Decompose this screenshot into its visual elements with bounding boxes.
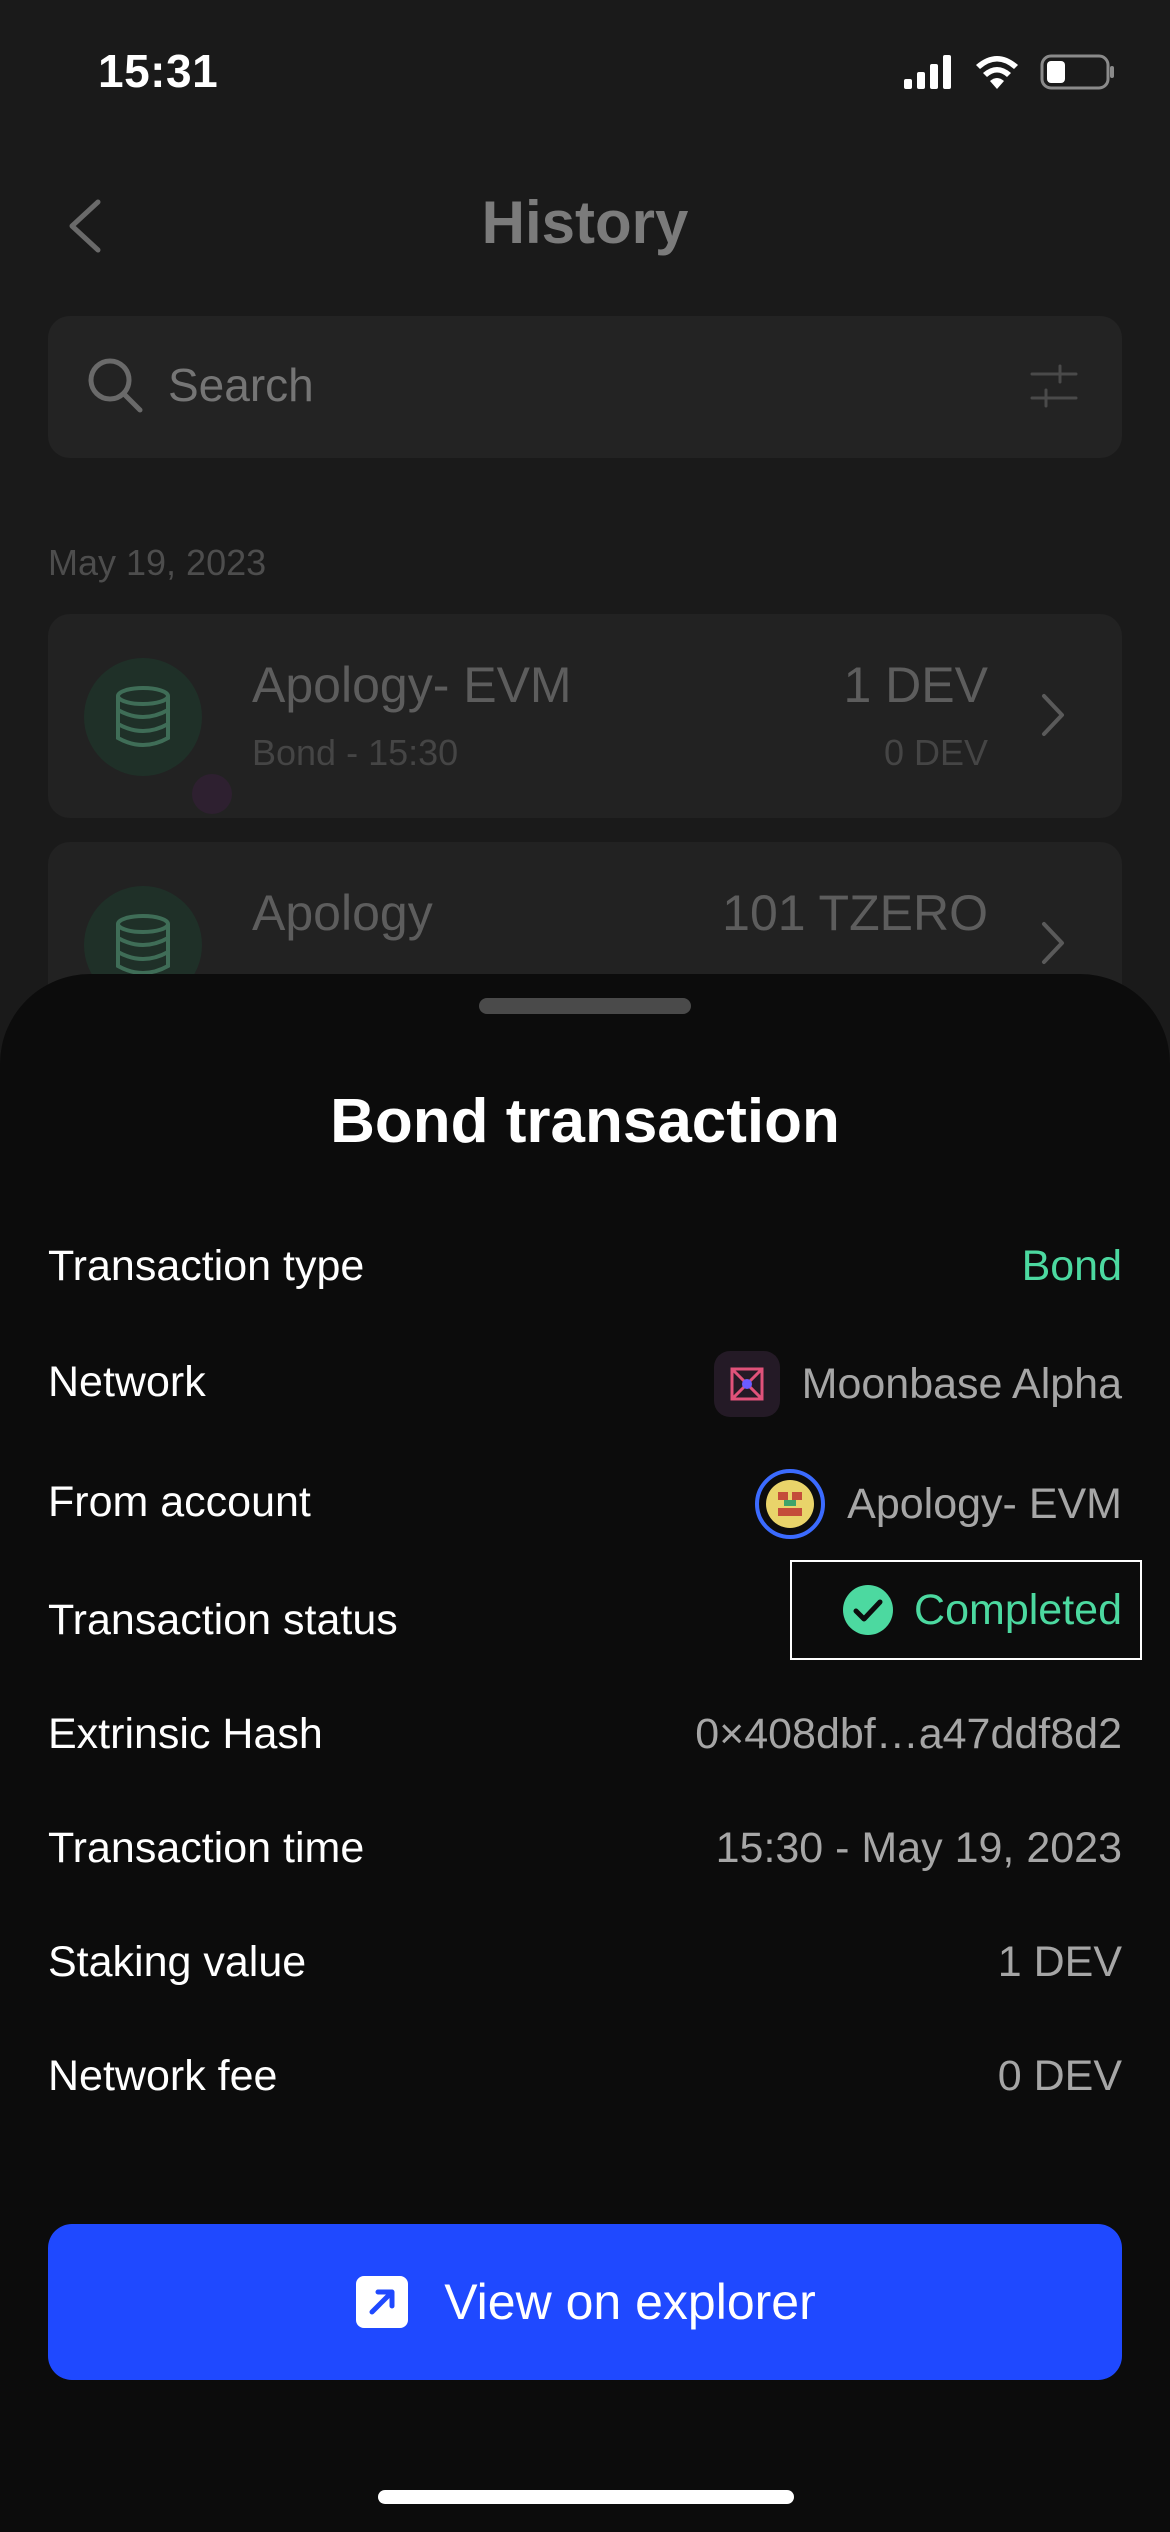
row-from-account: From account Apology- EVM [48, 1464, 1122, 1544]
history-item-avatar [84, 658, 232, 814]
status-highlight-box: Completed [790, 1560, 1142, 1660]
row-transaction-type: Transaction type Bond [48, 1228, 1122, 1308]
search-input[interactable] [168, 358, 928, 412]
row-extrinsic-hash: Extrinsic Hash 0×408dbf…a47ddf8d2 [48, 1696, 1122, 1776]
row-label: Transaction time [48, 1824, 365, 1872]
database-icon [116, 686, 170, 747]
row-network: Network Moonbase Alpha [48, 1344, 1122, 1424]
history-date-label: May 19, 2023 [48, 542, 267, 583]
chevron-right-icon [1042, 922, 1064, 964]
history-item-amount: 1 DEV [843, 657, 988, 713]
status-bar: 15:31 [0, 0, 1170, 150]
network-name: Moonbase Alpha [801, 1359, 1122, 1408]
network-badge [192, 774, 232, 814]
row-label: Transaction type [48, 1242, 365, 1290]
transaction-time-value: 15:30 - May 19, 2023 [715, 1824, 1122, 1872]
status-icons [904, 54, 1116, 90]
account-avatar-icon [755, 1469, 826, 1539]
page-title: History [481, 189, 689, 256]
history-header: History [0, 170, 1170, 280]
signal-icon [904, 55, 951, 89]
extrinsic-hash-value[interactable]: 0×408dbf…a47ddf8d2 [695, 1710, 1122, 1759]
external-link-icon [356, 2276, 409, 2328]
search-icon [88, 358, 143, 413]
database-icon [116, 914, 170, 975]
network-fee-value: 0 DEV [997, 2052, 1122, 2100]
history-item-name: Apology [252, 885, 433, 941]
row-staking-value: Staking value 1 DEV [48, 1924, 1122, 2004]
row-label: Network fee [48, 2052, 278, 2100]
row-label: Extrinsic Hash [48, 1710, 323, 1758]
chevron-right-icon [1042, 694, 1064, 736]
network-logo-icon [713, 1351, 780, 1417]
transaction-type-value: Bond [1021, 1242, 1122, 1290]
staking-value: 1 DEV [997, 1938, 1122, 1986]
history-item-fee: 0 DEV [883, 732, 988, 773]
sheet-title: Bond transaction [330, 1087, 840, 1156]
row-label: From account [48, 1478, 311, 1526]
row-label: Transaction status [48, 1596, 398, 1644]
from-account-value: Apology- EVM [755, 1464, 1122, 1544]
battery-icon [1040, 54, 1114, 90]
account-name: Apology- EVM [847, 1479, 1122, 1528]
view-on-explorer-button[interactable]: View on explorer [48, 2224, 1122, 2380]
wifi-icon [976, 56, 1018, 89]
history-item-name: Apology- EVM [252, 657, 572, 713]
history-item-subtitle: Bond - 15:30 [252, 732, 459, 773]
status-time: 15:31 [98, 45, 219, 97]
explorer-button-label: View on explorer [444, 2274, 816, 2330]
network-value: Moonbase Alpha [713, 1344, 1122, 1424]
home-indicator [378, 2490, 794, 2504]
row-transaction-status: Transaction status Completed [48, 1560, 1142, 1662]
search-bar[interactable] [48, 316, 1122, 458]
history-item[interactable]: Apology- EVM Bond - 15:30 1 DEV 0 DEV [48, 614, 1122, 818]
row-label: Staking value [48, 1938, 307, 1986]
filter-icon[interactable] [1030, 364, 1078, 408]
check-circle-icon [843, 1585, 894, 1635]
row-network-fee: Network fee 0 DEV [48, 2038, 1122, 2118]
row-transaction-time: Transaction time 15:30 - May 19, 2023 [48, 1810, 1122, 1890]
sheet-drag-handle[interactable] [479, 998, 691, 1014]
status-badge: Completed [914, 1585, 1122, 1634]
row-label: Network [48, 1358, 206, 1406]
history-item-amount: 101 TZERO [722, 885, 988, 941]
